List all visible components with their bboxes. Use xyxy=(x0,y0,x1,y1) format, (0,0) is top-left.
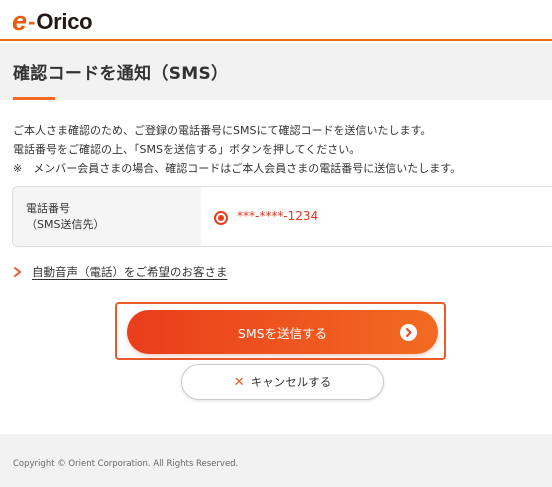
phone-number-value[interactable]: ***-****-1234 xyxy=(237,209,318,223)
intro-line-2: 電話番号をご確認の上、「SMSを送信する」ボタンを押してください。 xyxy=(13,143,361,156)
phone-radio-button[interactable] xyxy=(214,211,228,225)
page-title: 確認コードを通知（SMS） xyxy=(13,64,229,84)
logo-letter-e: e xyxy=(12,6,28,36)
phone-label-column: 電話番号 （SMS送信先） xyxy=(13,187,201,246)
intro-line-3: ※ メンバー会員さまの場合、確認コードはご本人会員さまの電話番号に送信いたします… xyxy=(13,162,462,175)
arrow-right-circle-icon xyxy=(400,324,417,341)
intro-line-1: ご本人さま確認のため、ご登録の電話番号にSMSにて確認コードを送信いたします。 xyxy=(13,124,432,137)
logo-wordmark: Orico xyxy=(36,9,93,34)
phone-number-card: 電話番号 （SMS送信先） ***-****-1234 xyxy=(12,186,552,247)
phone-label: 電話番号 （SMS送信先） xyxy=(26,201,104,233)
cancel-button[interactable]: ✕ キャンセルする xyxy=(181,364,384,400)
cancel-label: キャンセルする xyxy=(250,375,332,389)
send-sms-button[interactable]: SMSを送信する xyxy=(127,310,438,354)
title-accent-underline xyxy=(13,97,55,100)
title-section: 確認コードを通知（SMS） xyxy=(0,43,552,100)
intro-text: ご本人さま確認のため、ご登録の電話番号にSMSにて確認コードを送信いたします。 … xyxy=(13,121,543,178)
voice-call-link-label: 自動音声（電話）をご希望のお客さま xyxy=(32,265,228,279)
voice-call-link[interactable]: 自動音声（電話）をご希望のお客さま xyxy=(12,264,228,280)
chevron-right-icon xyxy=(14,267,21,277)
phone-label-line-1: 電話番号 xyxy=(26,202,70,215)
logo-dash: - xyxy=(28,9,36,34)
site-header: e - Orico xyxy=(0,0,552,41)
phone-label-line-2: （SMS送信先） xyxy=(26,218,105,231)
close-icon: ✕ xyxy=(233,374,245,390)
copyright-text: Copyright © Orient Corporation. All Righ… xyxy=(13,459,239,469)
send-sms-label: SMSを送信する xyxy=(237,326,328,341)
eorico-logo[interactable]: e - Orico xyxy=(12,6,93,36)
site-footer: Copyright © Orient Corporation. All Righ… xyxy=(0,434,552,487)
